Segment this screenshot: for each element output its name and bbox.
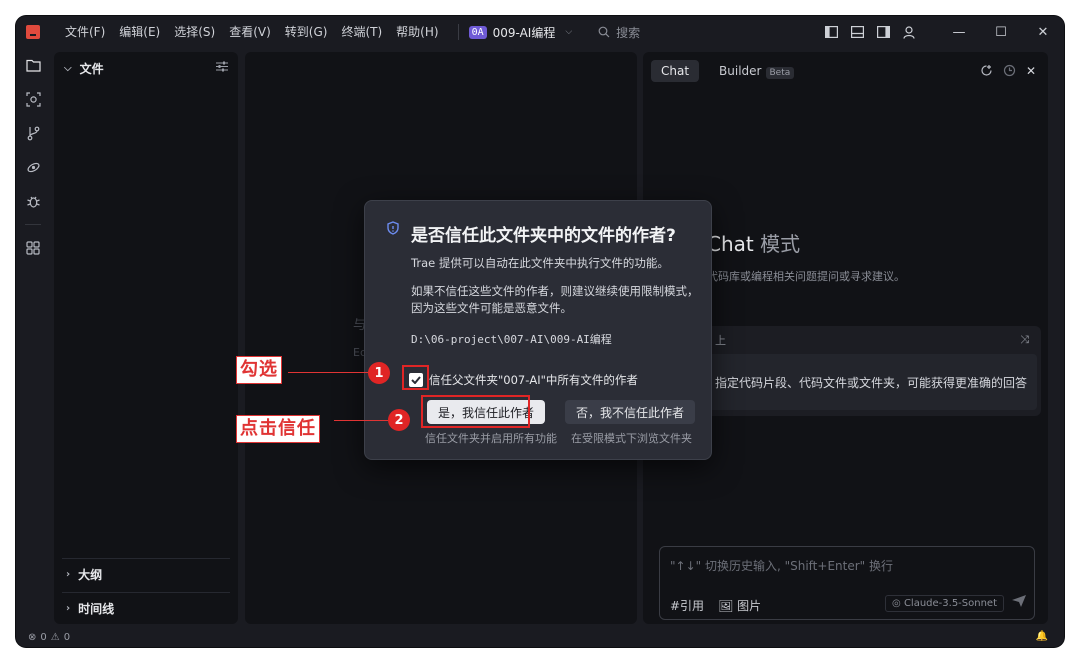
chat-tabs: Chat Builder Beta bbox=[651, 60, 804, 82]
activity-bar bbox=[16, 48, 50, 628]
explorer-icon[interactable] bbox=[22, 54, 44, 76]
menu-view[interactable]: 查看(V) bbox=[222, 16, 278, 48]
search-placeholder: 搜索 bbox=[616, 25, 641, 40]
image-label: 图片 bbox=[737, 599, 762, 613]
chevron-down-icon: ⌵ bbox=[565, 27, 573, 37]
error-icon[interactable]: ⊗ bbox=[28, 632, 36, 643]
chat-input-placeholder: "↑↓" 切换历史输入, "Shift+Enter" 换行 bbox=[670, 559, 893, 573]
chat-input-tools: #引用 🖼 图片 bbox=[670, 597, 761, 614]
dialog-title: 是否信任此文件夹中的文件的作者? bbox=[411, 226, 676, 246]
annotation-line-1 bbox=[288, 372, 368, 373]
annotation-trust-label: 点击信任 bbox=[236, 415, 320, 443]
explorer-title: 文件 bbox=[79, 61, 104, 76]
distrust-button[interactable]: 否，我不信任此作者 bbox=[565, 400, 695, 424]
debug-icon[interactable] bbox=[22, 190, 44, 212]
remote-icon[interactable] bbox=[22, 156, 44, 178]
trust-parent-checkbox-row[interactable]: 信任父文件夹"007-AI"中所有文件的作者 bbox=[409, 372, 638, 388]
maximize-icon[interactable]: ☐ bbox=[980, 16, 1022, 48]
outline-title: 大纲 bbox=[78, 568, 103, 582]
beta-badge: Beta bbox=[765, 67, 795, 79]
status-bar: ⊗ 0 ⚠ 0 🔔 bbox=[16, 628, 1064, 647]
close-panel-icon[interactable]: ✕ bbox=[1026, 64, 1036, 80]
title-right-controls: — ☐ ✕ bbox=[818, 16, 1064, 48]
search-view-icon[interactable] bbox=[22, 88, 44, 110]
menu-help[interactable]: 帮助(H) bbox=[389, 16, 445, 48]
distrust-hint: 在受限模式下浏览文件夹 bbox=[571, 432, 692, 445]
reference-button[interactable]: #引用 bbox=[670, 597, 704, 614]
title-bar: 文件(F) 编辑(E) 选择(S) 查看(V) 转到(G) 终端(T) 帮助(H… bbox=[16, 16, 1064, 48]
new-chat-icon[interactable] bbox=[980, 64, 993, 80]
history-icon[interactable] bbox=[1003, 64, 1016, 80]
title-divider bbox=[457, 24, 459, 40]
annotation-box-trust-button bbox=[421, 395, 530, 428]
settings-sliders-icon[interactable] bbox=[216, 61, 228, 75]
warning-icon[interactable]: ⚠ bbox=[51, 632, 60, 643]
tab-chat[interactable]: Chat bbox=[651, 60, 700, 82]
search-icon bbox=[598, 26, 610, 38]
warning-count: 0 bbox=[63, 632, 71, 643]
chevron-down-icon: ⌵ bbox=[64, 62, 72, 74]
chevron-right-icon: › bbox=[66, 603, 71, 614]
source-control-icon[interactable] bbox=[22, 122, 44, 144]
trust-parent-label: 信任父文件夹"007-AI"中所有文件的作者 bbox=[429, 373, 638, 387]
annotation-step-2: 2 bbox=[388, 409, 410, 431]
project-badge: 0A bbox=[468, 25, 487, 39]
menu-bar: 文件(F) 编辑(E) 选择(S) 查看(V) 转到(G) 终端(T) 帮助(H… bbox=[58, 16, 446, 48]
annotation-step-1: 1 bbox=[368, 362, 390, 384]
close-window-icon[interactable]: ✕ bbox=[1022, 16, 1064, 48]
menu-terminal[interactable]: 终端(T) bbox=[334, 16, 389, 48]
explorer-panel: ⌵ 文件 › 大纲 › 时间线 bbox=[54, 52, 238, 624]
minimize-icon[interactable]: — bbox=[938, 16, 980, 48]
annotation-line-2 bbox=[334, 420, 388, 421]
image-icon: 🖼 bbox=[718, 599, 734, 613]
toggle-right-panel-icon[interactable] bbox=[870, 16, 896, 48]
tip-header-text: 上 bbox=[715, 334, 726, 347]
notification-bell-icon[interactable]: 🔔 bbox=[1036, 631, 1048, 642]
model-name: Claude-3.5-Sonnet bbox=[903, 598, 997, 609]
chat-title: Chat 模式 bbox=[707, 228, 800, 257]
toggle-left-panel-icon[interactable] bbox=[818, 16, 844, 48]
explorer-header[interactable]: ⌵ 文件 bbox=[54, 52, 238, 84]
shuffle-icon[interactable]: ⤨ bbox=[1020, 333, 1029, 347]
model-icon: ◎ bbox=[892, 598, 901, 609]
tab-builder-label: Builder bbox=[719, 64, 762, 78]
model-selector[interactable]: ◎ Claude-3.5-Sonnet bbox=[885, 595, 1004, 612]
chevron-right-icon: › bbox=[66, 569, 71, 580]
toggle-bottom-panel-icon[interactable] bbox=[844, 16, 870, 48]
chat-title-mode: 模式 bbox=[760, 232, 801, 256]
tab-builder[interactable]: Builder Beta bbox=[709, 60, 804, 82]
chat-title-main: Chat bbox=[707, 232, 754, 256]
dialog-paragraph-1: Trae 提供可以自动在此文件夹中执行文件的功能。 bbox=[411, 256, 669, 270]
project-switcher[interactable]: 0A 009-AI编程 ⌵ bbox=[468, 24, 573, 41]
search-box[interactable]: 搜索 bbox=[598, 24, 640, 41]
extensions-icon[interactable] bbox=[22, 237, 44, 259]
chat-subtitle: 代码库或编程相关问题提问或寻求建议。 bbox=[707, 270, 905, 283]
image-button[interactable]: 🖼 图片 bbox=[718, 597, 761, 614]
account-icon[interactable] bbox=[896, 16, 922, 48]
outline-section[interactable]: › 大纲 bbox=[62, 558, 230, 590]
tip-header: 上 ⤨ bbox=[703, 326, 1041, 354]
dialog-paragraph-2: 如果不信任这些文件的作者，则建议继续使用限制模式，因为这些文件可能是恶意文件。 bbox=[411, 284, 699, 315]
menu-go[interactable]: 转到(G) bbox=[278, 16, 335, 48]
activity-divider bbox=[25, 224, 41, 225]
trust-hint: 信任文件夹并启用所有功能 bbox=[425, 432, 557, 445]
annotation-check-label: 勾选 bbox=[236, 356, 282, 384]
tip-card: 上 ⤨ 指定代码片段、代码文件或文件夹，可能获得更准确的回答 bbox=[703, 326, 1041, 416]
trust-dialog: 是否信任此文件夹中的文件的作者? Trae 提供可以自动在此文件夹中执行文件的功… bbox=[364, 200, 712, 460]
annotation-box-checkbox bbox=[402, 365, 429, 390]
timeline-section[interactable]: › 时间线 bbox=[62, 592, 230, 624]
timeline-title: 时间线 bbox=[78, 602, 115, 616]
trae-logo-icon bbox=[26, 25, 40, 39]
chat-input[interactable]: "↑↓" 切换历史输入, "Shift+Enter" 换行 #引用 🖼 图片 ◎… bbox=[659, 546, 1035, 620]
project-name: 009-AI编程 bbox=[492, 25, 556, 40]
menu-file[interactable]: 文件(F) bbox=[58, 16, 112, 48]
tip-body[interactable]: 指定代码片段、代码文件或文件夹，可能获得更准确的回答 bbox=[707, 354, 1037, 410]
menu-selection[interactable]: 选择(S) bbox=[167, 16, 222, 48]
chat-actions: ✕ bbox=[980, 64, 1036, 80]
send-icon[interactable] bbox=[1012, 595, 1026, 610]
folder-path: D:\06-project\007-AI\009-AI编程 bbox=[411, 333, 612, 346]
shield-icon bbox=[387, 221, 399, 238]
error-count: 0 bbox=[40, 632, 47, 643]
menu-edit[interactable]: 编辑(E) bbox=[112, 16, 167, 48]
